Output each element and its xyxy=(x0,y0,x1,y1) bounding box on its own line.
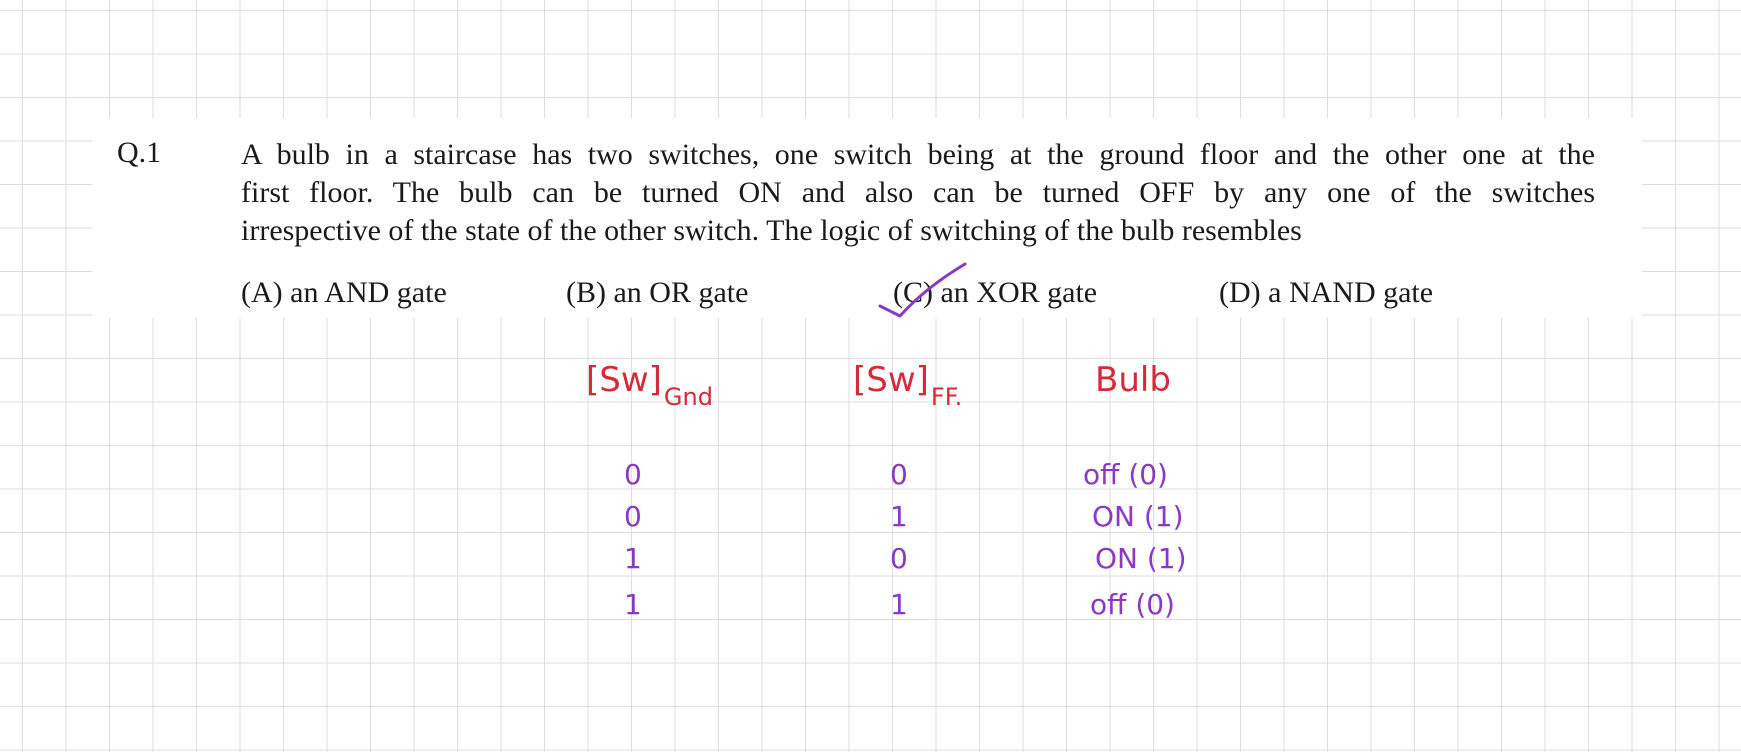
row-2-bulb: ON (1) xyxy=(1092,500,1184,533)
row-4-gnd: 1 xyxy=(624,588,642,621)
question-number: Q.1 xyxy=(117,136,162,169)
header-switch-ground-sub: Gnd xyxy=(663,383,713,411)
row-3-gnd: 1 xyxy=(624,542,642,575)
question-line-3: irrespective of the state of the other s… xyxy=(241,214,1302,247)
row-3-bulb: ON (1) xyxy=(1095,542,1187,575)
header-switch-first-floor-main: [Sw] xyxy=(853,360,929,400)
question-line-1: A bulb in a staircase has two switches, … xyxy=(241,138,1595,171)
row-2-gnd: 0 xyxy=(624,500,642,533)
row-3-ff: 0 xyxy=(890,542,908,575)
row-1-gnd: 0 xyxy=(624,458,642,491)
row-2-ff: 1 xyxy=(890,500,908,533)
question-line-2: first floor. The bulb can be turned ON a… xyxy=(241,176,1595,209)
row-4-ff: 1 xyxy=(890,588,908,621)
option-b: (B) an OR gate xyxy=(566,276,749,309)
header-switch-ground: [Sw]Gnd xyxy=(586,360,713,411)
row-1-bulb: off (0) xyxy=(1083,458,1168,491)
row-1-ff: 0 xyxy=(890,458,908,491)
option-d: (D) a NAND gate xyxy=(1219,276,1434,309)
row-4-bulb: off (0) xyxy=(1090,588,1175,621)
option-a: (A) an AND gate xyxy=(241,276,447,309)
header-switch-first-floor: [Sw]FF. xyxy=(853,360,962,411)
header-switch-ground-main: [Sw] xyxy=(586,360,662,400)
header-switch-first-floor-sub: FF. xyxy=(930,383,963,411)
header-bulb: Bulb xyxy=(1095,360,1171,400)
check-mark-icon xyxy=(878,262,967,318)
question-text: A bulb in a staircase has two switches, … xyxy=(241,136,1595,250)
